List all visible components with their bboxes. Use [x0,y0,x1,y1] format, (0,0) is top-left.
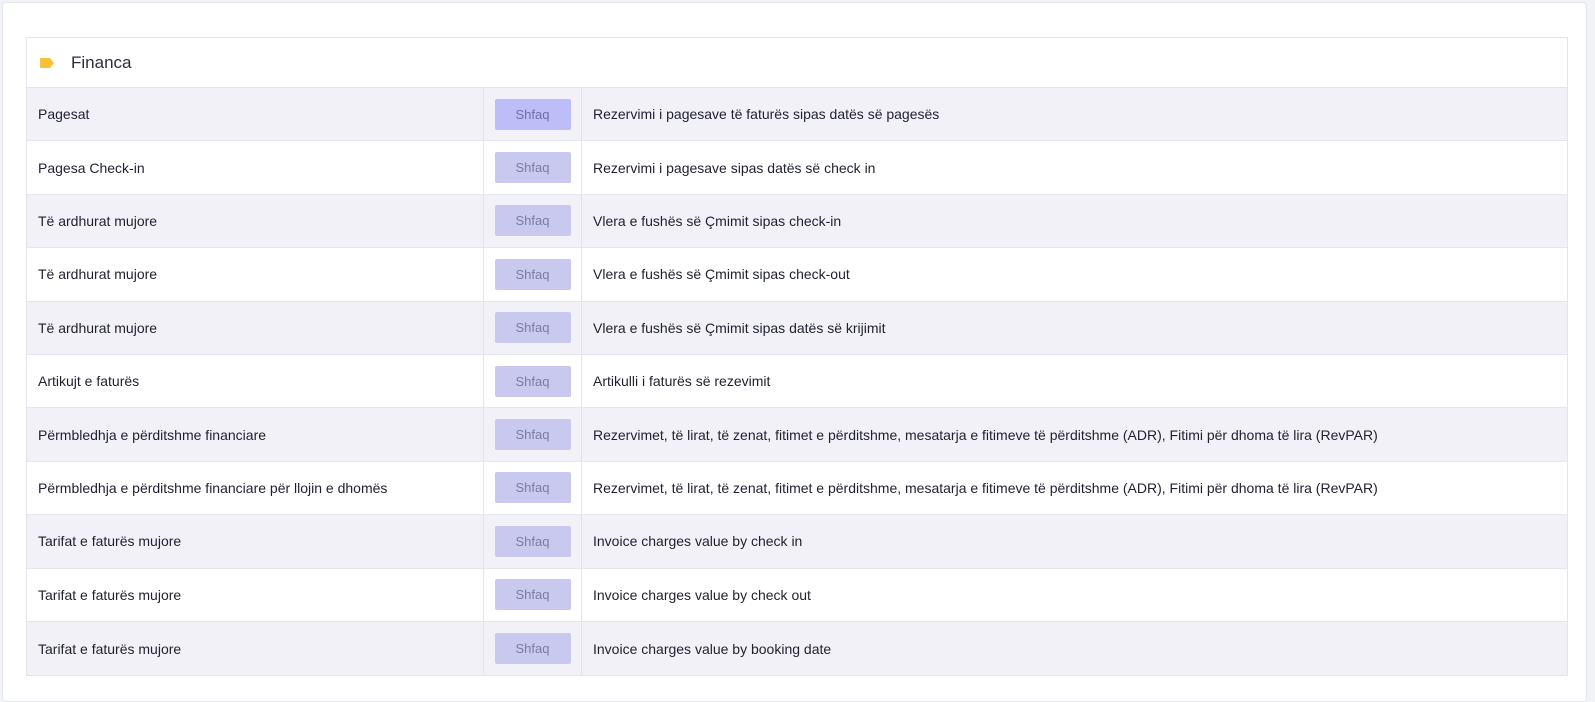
report-description: Invoice charges value by check in [593,533,803,550]
report-action-cell: Shfaq [484,515,582,568]
report-row: Tarifat e faturës mujore Shfaq Invoice cha… [27,621,1567,676]
report-description: Invoice charges value by booking date [593,640,832,657]
report-action-cell: Shfaq [484,301,582,354]
finance-panel: Financa Pagesat Shfaq Rezervimi i pagesave… [26,37,1568,677]
report-action-cell: Shfaq [484,354,582,408]
show-report-button[interactable]: Shfaq [494,579,571,611]
panel-header: Financa [27,38,1567,88]
show-report-button[interactable]: Shfaq [494,152,571,184]
report-name: Artikujt e faturës [27,354,484,408]
report-row: Të ardhurat mujore Shfaq Vlera e fushës së… [27,301,1567,355]
show-report-button[interactable]: Shfaq [494,365,571,397]
show-report-button[interactable]: Shfaq [494,472,571,504]
show-report-button[interactable]: Shfaq [494,525,571,557]
show-report-button[interactable]: Shfaq [494,419,571,451]
report-description: Rezervimet, të lirat, të zenat, fitimet … [593,479,1378,496]
report-list: Pagesat Shfaq Rezervimi i pagesave të fatu… [27,88,1567,676]
report-name: Tarifat e faturës mujore [27,568,484,621]
show-report-button[interactable]: Shfaq [494,205,571,237]
report-action-cell: Shfaq [484,568,582,621]
panel-title: Financa [71,52,132,72]
report-row: Pagesa Check-in Shfaq Rezervimi i pagesave… [27,141,1567,195]
report-description: Invoice charges value by check out [593,586,811,603]
report-card: Financa Pagesat Shfaq Rezervimi i pagesave… [2,2,1587,702]
show-report-button[interactable]: Shfaq [494,312,571,344]
report-name: Tarifat e faturës mujore [27,515,484,568]
report-action-cell: Shfaq [484,621,582,676]
report-action-cell: Shfaq [484,194,582,248]
report-row: Tarifat e faturës mujore Shfaq Invoice cha… [27,515,1567,569]
report-name: Përmbledhja e përditshme financiare për … [27,461,484,515]
report-action-cell: Shfaq [484,408,582,461]
report-description: Artikulli i faturës së rezevimit [593,373,771,390]
report-row: Përmbledhja e përditshme financiare Shfaq… [27,408,1567,462]
report-row: Të ardhurat mujore Shfaq Vlera e fushës së… [27,194,1567,249]
report-action-cell: Shfaq [484,88,582,141]
report-description: Rezervimet, të lirat, të zenat, fitimet … [593,426,1378,443]
show-report-button[interactable]: Shfaq [494,258,571,290]
report-description: Vlera e fushës së Çmimit sipas check-in [593,212,842,229]
report-name: Të ardhurat mujore [27,194,484,248]
report-row: Përmbledhja e përditshme financiare për … [27,461,1567,516]
report-action-cell: Shfaq [484,248,582,301]
report-name: Pagesa Check-in [27,141,484,194]
report-name: Tarifat e faturës mujore [27,621,484,676]
report-description: Rezervimi i pagesave sipas datës së chec… [593,159,876,176]
report-description: Vlera e fushës së Çmimit sipas check-out [593,266,850,283]
report-name: Të ardhurat mujore [27,248,484,301]
report-row: Tarifat e faturës mujore Shfaq Invoice cha… [27,568,1567,622]
report-action-cell: Shfaq [484,461,582,515]
report-name: Të ardhurat mujore [27,301,484,354]
report-description: Vlera e fushës së Çmimit sipas datës së … [593,319,886,336]
show-report-button[interactable]: Shfaq [494,633,571,665]
report-name: Pagesat [27,88,484,141]
report-name: Përmbledhja e përditshme financiare [27,408,484,461]
report-description: Rezervimi i pagesave të faturës sipas da… [593,106,940,123]
report-row: Pagesat Shfaq Rezervimi i pagesave të fatu… [27,88,1567,142]
tag-icon [39,57,55,69]
show-report-button[interactable]: Shfaq [494,98,571,130]
report-row: Të ardhurat mujore Shfaq Vlera e fushës së… [27,248,1567,302]
report-action-cell: Shfaq [484,141,582,194]
report-row: Artikujt e faturës Shfaq Artikulli i fatur… [27,354,1567,409]
